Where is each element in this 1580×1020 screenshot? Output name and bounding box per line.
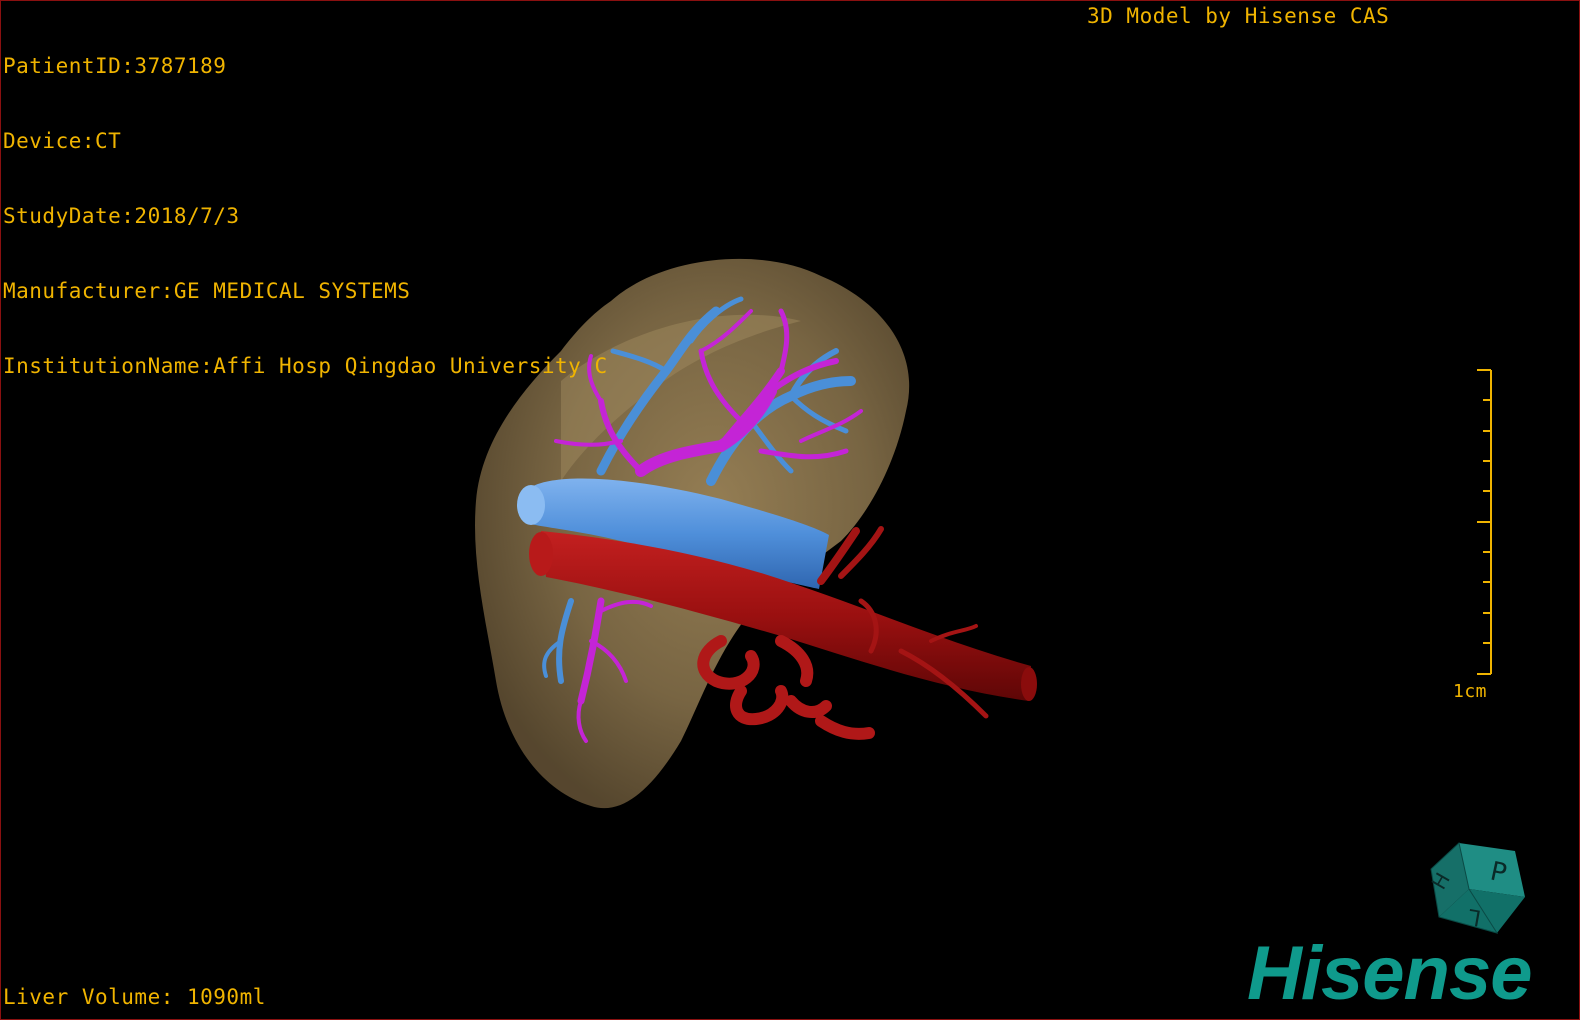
manufacturer-label: Manufacturer:GE MEDICAL SYSTEMS <box>3 279 411 303</box>
scale-bar-label: 1cm <box>1453 681 1488 702</box>
brand-wordmark: Hisense <box>1247 931 1532 1011</box>
dicom-patient-info: PatientID:3787189 Device:CT StudyDate:20… <box>3 4 608 429</box>
scale-bar <box>1477 369 1492 675</box>
institution-label: InstitutionName:Affi Hosp Qingdao Univer… <box>3 354 608 378</box>
orientation-cube-icon[interactable]: P H L <box>1429 839 1529 939</box>
aorta-end-cap-right <box>1021 667 1037 701</box>
ivc-end-cap <box>517 485 545 525</box>
3d-viewport[interactable]: PatientID:3787189 Device:CT StudyDate:20… <box>0 0 1580 1020</box>
aorta-end-cap <box>529 532 553 576</box>
model-credit-label: 3D Model by Hisense CAS <box>1087 4 1390 28</box>
hisense-logo: Hisense <box>1247 931 1533 1011</box>
liver-volume-label: Liver Volume: 1090ml <box>3 985 266 1009</box>
patient-id-label: PatientID:3787189 <box>3 54 227 78</box>
device-label: Device:CT <box>3 129 122 153</box>
study-date-label: StudyDate:2018/7/3 <box>3 204 240 228</box>
